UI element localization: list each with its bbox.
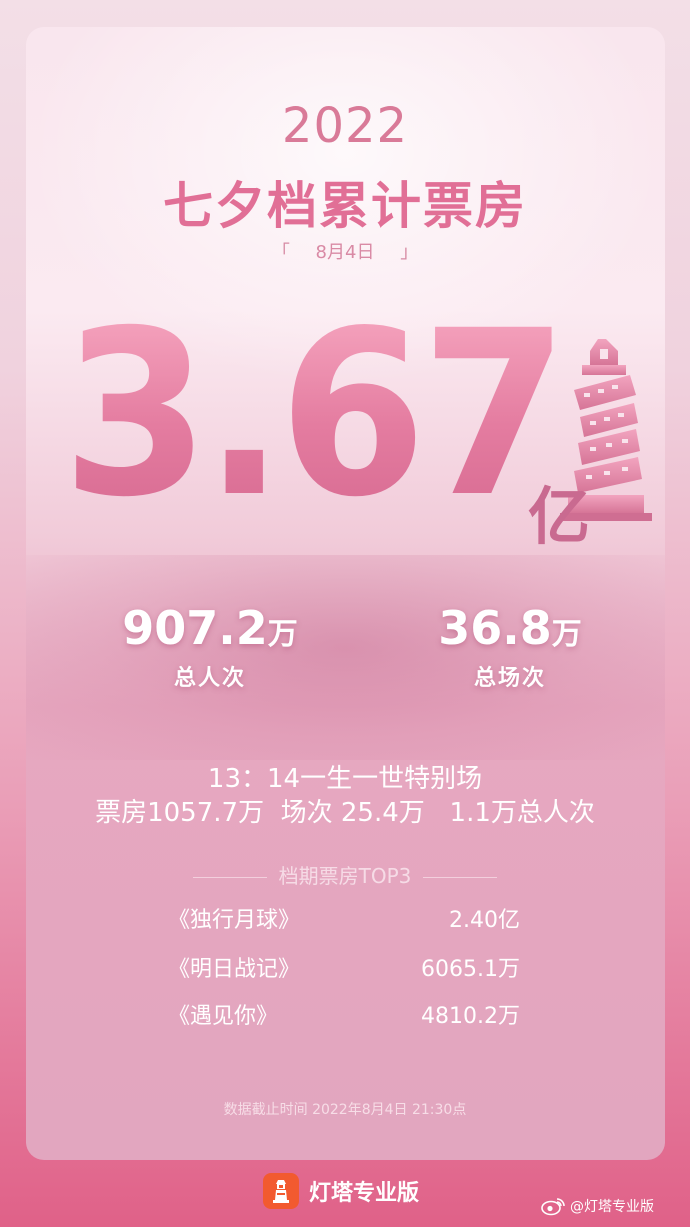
shows-value: 36.8 xyxy=(438,601,552,655)
special-session-title: 13：14一生一世特别场 xyxy=(207,764,483,794)
movie-title: 《独行月球》 xyxy=(168,908,301,933)
divider-right xyxy=(423,877,498,878)
watermark-text: @灯塔专业版 xyxy=(570,1199,654,1215)
admissions-stat: 907.2万 总人次 xyxy=(80,603,340,692)
movie-title: 《遇见你》 xyxy=(168,1004,279,1029)
top3-row: 《遇见你》 4810.2万 xyxy=(0,998,690,1032)
admissions-value-row: 907.2万 xyxy=(80,603,340,654)
weibo-icon xyxy=(541,1198,565,1216)
bracket-right: 」 xyxy=(400,242,419,263)
movie-title: 《明日战记》 xyxy=(168,957,301,982)
total-box-office-value: 3.67 xyxy=(62,281,568,547)
bracket-left: 「 xyxy=(271,242,290,263)
top3-heading: 档期票房TOP3 xyxy=(278,864,412,888)
date-label: 8月4日 xyxy=(315,242,375,263)
admissions-label: 总人次 xyxy=(173,665,246,691)
admissions-value: 907.2 xyxy=(122,601,268,655)
data-cutoff-note: 数据截止时间 2022年8月4日 21:30点 xyxy=(223,1102,467,1118)
brand-logo-group: 灯塔专业版 xyxy=(263,1172,419,1210)
weibo-watermark: @灯塔专业版 xyxy=(540,1196,654,1216)
divider-left xyxy=(192,877,267,878)
movie-gross: 6065.1万 xyxy=(421,957,520,982)
top3-row: 《明日战记》 6065.1万 xyxy=(0,951,690,985)
top3-row: 《独行月球》 2.40亿 xyxy=(0,902,690,936)
year-label: 2022 xyxy=(281,98,409,154)
shows-unit: 万 xyxy=(551,617,582,652)
shows-label: 总场次 xyxy=(473,665,546,691)
total-unit: 亿 xyxy=(528,480,591,553)
date-row: 「 8月4日 」 xyxy=(0,238,690,264)
special-session-stats: 票房1057.7万 场次 25.4万 1.1万总人次 xyxy=(95,798,595,828)
admissions-unit: 万 xyxy=(267,617,298,652)
shows-value-row: 36.8万 xyxy=(380,603,640,654)
movie-gross: 2.40亿 xyxy=(449,908,520,933)
top3-heading-row: 档期票房TOP3 xyxy=(0,860,690,889)
brand-name: 灯塔专业版 xyxy=(309,1181,420,1206)
movie-gross: 4810.2万 xyxy=(421,1004,520,1029)
page-title: 七夕档累计票房 xyxy=(163,177,527,235)
shows-stat: 36.8万 总场次 xyxy=(380,603,640,692)
lighthouse-icon xyxy=(263,1173,299,1209)
